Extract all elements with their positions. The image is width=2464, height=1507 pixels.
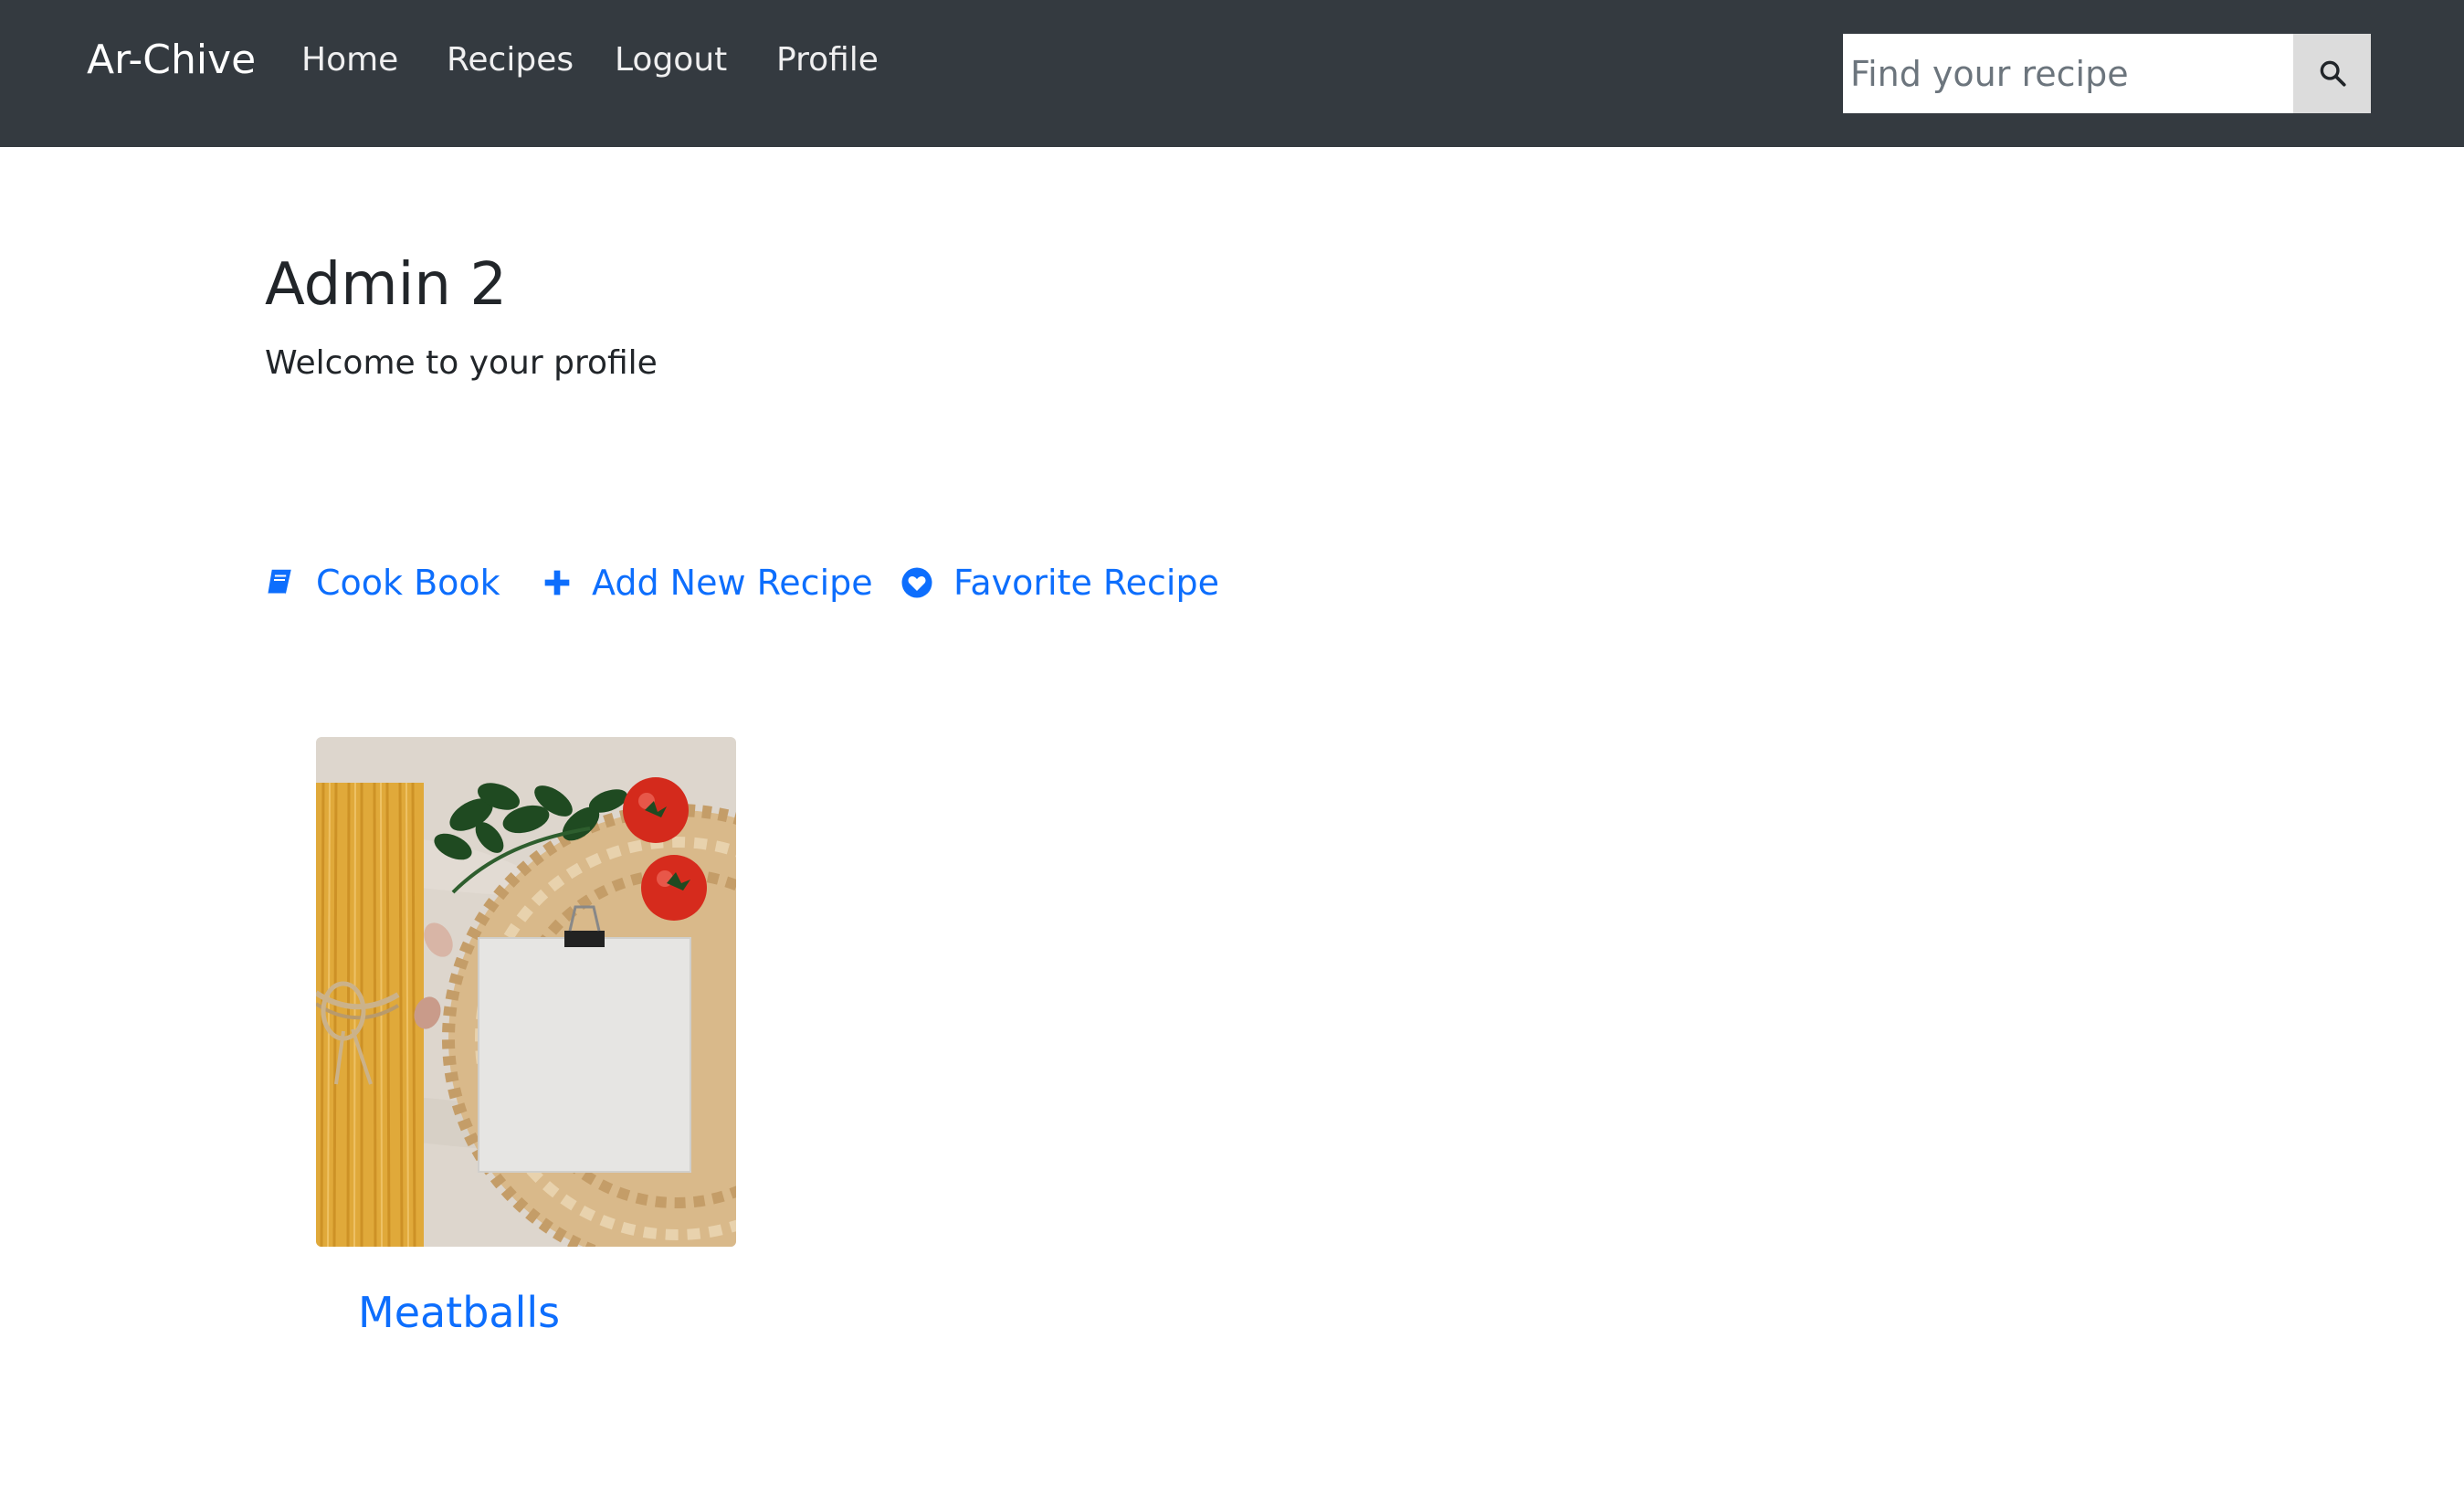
cook-book-link[interactable]: Cook Book [263,557,500,608]
search-icon [2320,60,2346,87]
heart-circle-icon [900,566,933,599]
add-new-recipe-label: Add New Recipe [592,563,873,603]
plus-icon [542,568,572,597]
recipe-card: Meatballs [316,737,736,1337]
nav-recipes-link[interactable]: Recipes [447,40,574,80]
add-new-recipe-link[interactable]: Add New Recipe [542,557,873,608]
search-button[interactable] [2293,34,2371,113]
recipe-image [316,737,736,1247]
recipe-title-link[interactable]: Meatballs [358,1287,560,1338]
brand-logo-link[interactable]: Ar-Chive [87,37,256,84]
nav-home-link[interactable]: Home [301,40,398,80]
search-form [1843,34,2371,113]
favorite-recipe-label: Favorite Recipe [953,563,1219,603]
favorite-recipe-link[interactable]: Favorite Recipe [900,557,1219,608]
recipe-image-link[interactable] [316,737,736,1247]
welcome-text: Welcome to your profile [265,344,658,382]
nav-profile-link[interactable]: Profile [776,40,879,80]
book-icon [263,566,296,599]
nav-logout-link[interactable]: Logout [615,40,727,80]
top-navbar: Ar-Chive Home Recipes Logout Profile [0,0,2464,147]
search-input[interactable] [1843,34,2293,113]
page-title: Admin 2 [265,251,508,319]
cook-book-label: Cook Book [316,563,500,603]
